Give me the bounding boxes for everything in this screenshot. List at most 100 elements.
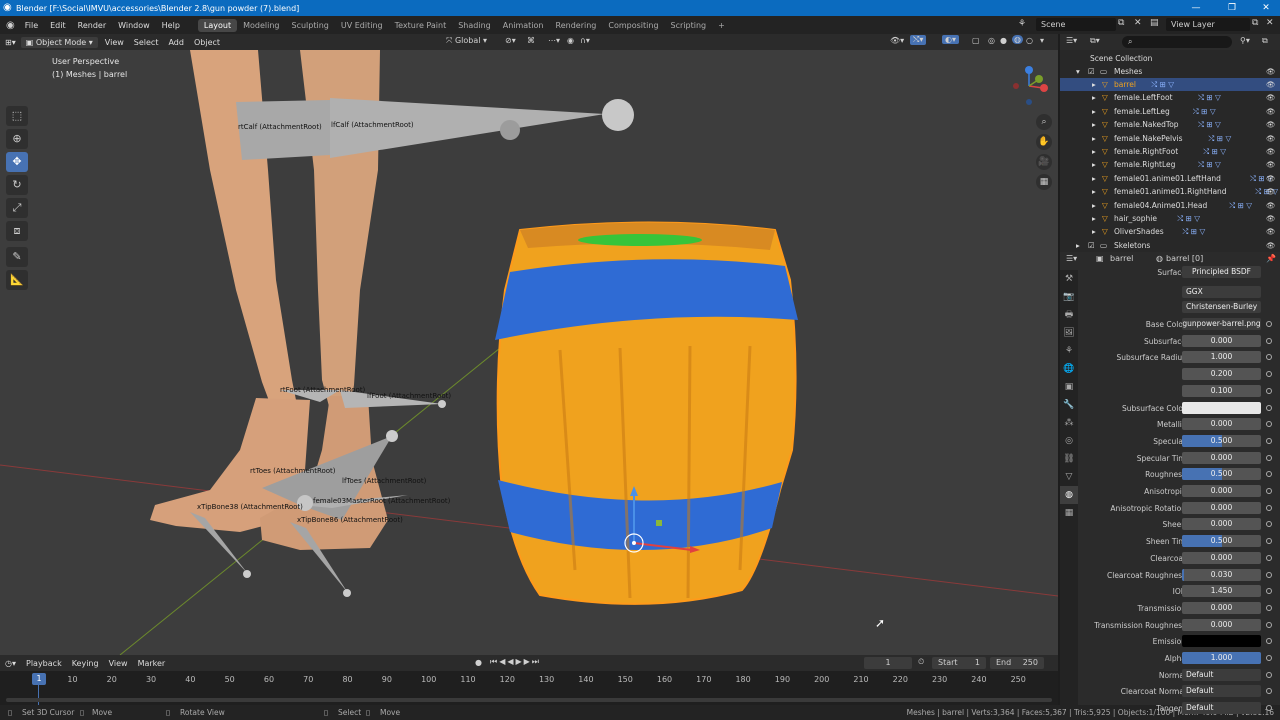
measure-tool-icon[interactable]: 📐	[6, 270, 28, 290]
menu-file[interactable]: File	[19, 21, 44, 30]
eye-icon[interactable]: 👁	[1266, 78, 1276, 91]
outliner-item[interactable]: ▸ ▽ female01.anime01.RightHand ⤭ ⊞ ▽ 👁	[1060, 185, 1280, 198]
new-scene-icon[interactable]: ⧉	[1118, 18, 1124, 28]
property-field[interactable]: 0.200	[1182, 368, 1261, 381]
eye-icon[interactable]: 👁	[1266, 239, 1276, 252]
property-field[interactable]	[1182, 635, 1261, 648]
socket-icon[interactable]	[1266, 471, 1272, 478]
ortho-grid-icon[interactable]: ▦	[1036, 174, 1052, 190]
expand-arrow-icon[interactable]: ▸	[1092, 172, 1096, 185]
tab-animation[interactable]: Animation	[497, 19, 550, 32]
constraints-tab-icon[interactable]: ⛓	[1060, 450, 1078, 468]
property-field[interactable]: Default	[1182, 685, 1261, 698]
scene-collection-row[interactable]: Scene Collection	[1060, 52, 1280, 65]
scene-tab-icon[interactable]: ⚘	[1060, 342, 1078, 360]
surface-shader-field[interactable]: Principled BSDF	[1182, 266, 1261, 278]
eye-icon[interactable]: 👁	[1266, 118, 1276, 131]
rendered-shading-icon[interactable]: ○	[1026, 36, 1033, 45]
physics-tab-icon[interactable]: ◎	[1060, 432, 1078, 450]
socket-icon[interactable]	[1266, 354, 1272, 361]
menu-render[interactable]: Render	[72, 21, 112, 30]
modifier-tab-icon[interactable]: 🔧	[1060, 396, 1078, 414]
zoom-icon[interactable]: ⌕	[1036, 114, 1052, 130]
eye-icon[interactable]: 👁	[1266, 225, 1276, 238]
falloff-icon[interactable]: ∩▾	[580, 36, 590, 45]
socket-icon[interactable]	[1266, 437, 1272, 444]
close-icon[interactable]: ✕	[1254, 0, 1278, 16]
new-collection-icon[interactable]: ⧉	[1262, 36, 1268, 46]
socket-icon[interactable]	[1266, 404, 1272, 411]
mode-selector[interactable]: ▣ Object Mode ▾	[20, 36, 98, 48]
pan-hand-icon[interactable]: ✋	[1036, 134, 1052, 150]
visibility-icon[interactable]: 👁▾	[890, 36, 904, 45]
timeline-editor-icon[interactable]: ◷▾	[0, 658, 21, 669]
rotate-tool-icon[interactable]: ↻	[6, 175, 28, 195]
expand-arrow-icon[interactable]: ▸	[1092, 78, 1096, 91]
property-field[interactable]: 1.000	[1182, 652, 1261, 664]
material-tab-icon[interactable]: ◍	[1060, 486, 1078, 504]
object-tab-icon[interactable]: ▣	[1060, 378, 1078, 396]
subsurface-method-dropdown[interactable]: Christensen-Burley	[1182, 301, 1261, 313]
property-field[interactable]: 0.000	[1182, 485, 1261, 497]
eye-icon[interactable]: 👁	[1266, 132, 1276, 145]
socket-icon[interactable]	[1266, 671, 1272, 678]
maximize-icon[interactable]: ❐	[1220, 0, 1244, 16]
overlay-toggle-icon[interactable]: ◐▾	[942, 35, 959, 44]
tab-scripting[interactable]: Scripting	[665, 19, 713, 32]
outliner-item[interactable]: ▸ ▽ female.NakedTop ⤭ ⊞ ▽ 👁	[1060, 118, 1280, 131]
tab-sculpting[interactable]: Sculpting	[286, 19, 335, 32]
property-field[interactable]: 1.450	[1182, 585, 1261, 598]
tab-modeling[interactable]: Modeling	[237, 19, 285, 32]
playhead[interactable]: 1	[32, 673, 46, 685]
snap-icon[interactable]: ⌘	[527, 36, 535, 45]
viewport-menu-object[interactable]: Object	[189, 37, 225, 48]
outliner-search-input[interactable]: ⌕	[1122, 36, 1232, 48]
record-icon[interactable]: ●	[475, 658, 482, 667]
expand-arrow-icon[interactable]: ▸	[1092, 105, 1096, 118]
property-field[interactable]: 0.000	[1182, 601, 1261, 614]
tool-tab-icon[interactable]: ⚒	[1060, 270, 1078, 288]
viewport-menu-select[interactable]: Select	[129, 37, 164, 48]
socket-icon[interactable]	[1266, 504, 1272, 511]
property-field[interactable]: 0.000	[1182, 518, 1261, 531]
property-field[interactable]: 0.500	[1182, 535, 1261, 548]
view-layer-tab-icon[interactable]: 🖼	[1060, 324, 1078, 342]
select-box-tool-icon[interactable]: ⬚	[6, 106, 28, 126]
end-frame-field[interactable]: End 250	[990, 657, 1044, 669]
pivot-icon[interactable]: ⊘▾	[505, 36, 516, 45]
preview-range-icon[interactable]: ⏲	[918, 657, 924, 667]
transform-tool-icon[interactable]: ⧈	[6, 221, 28, 241]
particles-tab-icon[interactable]: ⁂	[1060, 414, 1078, 432]
output-tab-icon[interactable]: 🖶	[1060, 306, 1078, 324]
blender-menu-icon[interactable]: ◉	[0, 20, 19, 31]
gizmo-toggle-icon[interactable]: ⤭▾	[910, 35, 927, 45]
property-field[interactable]: Default	[1182, 702, 1261, 715]
outliner-item[interactable]: ▸ ▽ female01.anime01.LeftHand ⤭ ⊞ ▽ 👁	[1060, 172, 1280, 185]
socket-icon[interactable]	[1266, 638, 1272, 645]
skeletons-collection-row[interactable]: ▸ ☑ ▭ Skeletons 👁	[1060, 239, 1280, 252]
expand-arrow-icon[interactable]: ▾	[1076, 65, 1080, 78]
playback-controls[interactable]: ⏮◀◀▶▶⏭	[490, 657, 541, 667]
3d-viewport[interactable]: rtCalf (AttachmentRoot) lfCalf (Attachme…	[0, 50, 1058, 655]
distribution-dropdown[interactable]: GGX	[1182, 286, 1261, 298]
socket-icon[interactable]	[1266, 371, 1272, 378]
socket-icon[interactable]	[1266, 538, 1272, 545]
property-field[interactable]: 0.000	[1182, 451, 1261, 464]
timeline-menu-keying[interactable]: Keying	[67, 658, 104, 669]
socket-icon[interactable]	[1266, 421, 1272, 428]
eye-icon[interactable]: 👁	[1266, 105, 1276, 118]
property-field[interactable]: Default	[1182, 668, 1261, 681]
property-field[interactable]: 0.500	[1182, 434, 1261, 447]
breadcrumb-object[interactable]: barrel	[1110, 254, 1133, 263]
outliner-item[interactable]: ▸ ▽ barrel ⤭ ⊞ ▽ 👁	[1060, 78, 1280, 91]
property-field[interactable]: 0.000	[1182, 618, 1261, 631]
shading-options-icon[interactable]: ▾	[1040, 36, 1044, 45]
breadcrumb-material[interactable]: barrel [0]	[1166, 254, 1203, 263]
delete-scene-icon[interactable]: ✕	[1134, 18, 1142, 28]
outliner-editor-icon[interactable]: ☰▾	[1066, 36, 1077, 45]
timeline-menu-view[interactable]: View	[104, 658, 133, 669]
properties-editor-icon[interactable]: ☰▾	[1066, 254, 1077, 263]
menu-edit[interactable]: Edit	[44, 21, 72, 30]
start-frame-field[interactable]: Start 1	[932, 657, 986, 669]
socket-icon[interactable]	[1266, 588, 1272, 595]
